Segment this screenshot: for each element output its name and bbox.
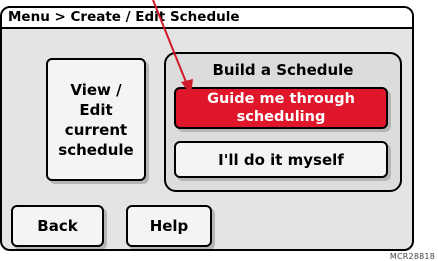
pointer-arrow-icon xyxy=(152,0,193,95)
figure-code: MCR28818 xyxy=(389,252,435,261)
